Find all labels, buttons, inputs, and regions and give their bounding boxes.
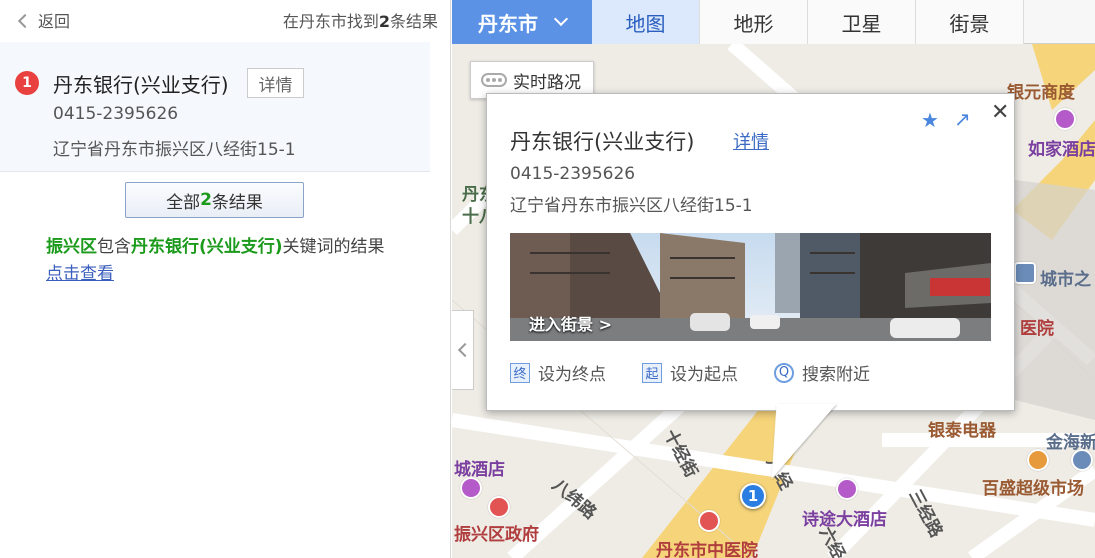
chevron-left-icon	[457, 342, 472, 358]
search-nearby-icon: Q	[774, 362, 794, 383]
favorite-star-icon[interactable]: ★	[921, 108, 939, 132]
search-results-panel: 返回 在丹东市找到2条结果 1 丹东银行(兴业支行) 详情 0415-23956…	[0, 0, 451, 558]
keyword-district: 振兴区	[46, 237, 97, 257]
enter-street-view-label[interactable]: 进入街景 >	[529, 311, 612, 335]
popup-detail-link[interactable]: 详情	[733, 128, 769, 154]
street-view-thumbnail[interactable]: 进入街景 >	[510, 233, 991, 341]
building-icon[interactable]	[1071, 449, 1093, 471]
result-index-badge: 1	[15, 71, 39, 95]
chevron-left-icon	[17, 13, 33, 28]
result-address: 辽宁省丹东市振兴区八经街15-1	[53, 140, 296, 160]
results-count-text: 在丹东市找到2条结果	[283, 8, 438, 32]
map-label-rujia: 如家酒店	[1028, 140, 1095, 160]
search-nearby-button[interactable]: Q 搜索附近	[774, 360, 870, 385]
traffic-label: 实时路况	[513, 72, 581, 93]
city-selector[interactable]: 丹东市	[452, 0, 592, 44]
popup-address: 辽宁省丹东市振兴区八经街15-1	[510, 196, 753, 216]
set-destination-label: 设为终点	[538, 365, 606, 385]
back-button[interactable]: 返回	[17, 8, 71, 32]
search-nearby-label: 搜索附近	[802, 365, 870, 385]
map-label-baisheng: 百盛超级市场	[982, 479, 1084, 499]
results-header: 返回 在丹东市找到2条结果	[0, 0, 450, 40]
map-type-tabs: 丹东市 地图 地形 卫星 街景	[452, 0, 1095, 44]
city-name: 丹东市	[478, 11, 538, 36]
all-results-prefix: 全部	[166, 192, 201, 213]
result-marker[interactable]: 1	[740, 483, 766, 509]
map-label-yintai: 银泰电器	[928, 421, 996, 441]
map-label-hospital: 医院	[1020, 319, 1054, 339]
origin-icon: 起	[642, 362, 662, 383]
set-destination-button[interactable]: 终 设为终点	[510, 360, 606, 385]
tab-map[interactable]: 地图	[592, 0, 700, 44]
building-icon[interactable]	[1014, 262, 1036, 284]
map-label-mall: 银元商度	[1007, 83, 1075, 103]
map-label-tcm-hospital: 丹东市中医院	[656, 541, 758, 558]
popup-actions: 终 设为终点 起 设为起点 Q 搜索附近	[510, 360, 870, 385]
tab-satellite[interactable]: 卫星	[808, 0, 916, 44]
back-label: 返回	[38, 12, 71, 31]
found-count: 2	[378, 12, 390, 31]
result-detail-button[interactable]: 详情	[247, 68, 304, 98]
keyword-note: 振兴区包含丹东银行(兴业支行)关键词的结果点击查看	[46, 234, 391, 288]
found-prefix: 在丹东市找到	[282, 12, 379, 31]
popup-phone: 0415-2395626	[510, 164, 636, 184]
set-origin-label: 设为起点	[670, 365, 738, 385]
keyword-text2: 关键词的结果	[282, 237, 385, 257]
keyword-view-link[interactable]: 点击查看	[46, 264, 114, 284]
tab-terrain[interactable]: 地形	[700, 0, 808, 44]
info-window: 丹东银行(兴业支行) 详情 0415-2395626 辽宁省丹东市振兴区八经街1…	[486, 93, 1015, 411]
map-view[interactable]: 丹东市 地图 地形 卫星 街景 实时路况 银元商度 如家酒店 城市之 医院 银泰…	[452, 0, 1095, 558]
map-label-city: 城市之	[1040, 270, 1091, 290]
collapse-panel-button[interactable]	[452, 310, 474, 390]
tab-streetview[interactable]: 街景	[916, 0, 1024, 44]
chevron-down-icon	[553, 11, 569, 27]
share-icon[interactable]: ↗	[954, 107, 971, 131]
hotel-icon[interactable]	[460, 477, 482, 499]
set-origin-button[interactable]: 起 设为起点	[642, 360, 738, 385]
government-icon[interactable]	[488, 496, 510, 518]
result-name[interactable]: 丹东银行(兴业支行)	[53, 69, 229, 98]
found-suffix: 条结果	[389, 12, 438, 31]
result-phone: 0415-2395626	[53, 104, 179, 124]
all-results-count: 2	[200, 190, 212, 210]
map-label-shitu: 诗途大酒店	[802, 510, 887, 530]
all-results-suffix: 条结果	[211, 192, 263, 213]
destination-icon: 终	[510, 362, 530, 383]
close-icon[interactable]: ✕	[991, 100, 1009, 125]
map-label-jinhai: 金海新	[1046, 433, 1095, 453]
popup-title: 丹东银行(兴业支行)	[510, 130, 695, 154]
hotel-icon[interactable]	[836, 478, 858, 500]
result-item[interactable]: 1 丹东银行(兴业支行) 详情 0415-2395626 辽宁省丹东市振兴区八经…	[0, 42, 430, 172]
keyword-term: 丹东银行(兴业支行)	[131, 237, 283, 257]
hospital-icon[interactable]	[698, 510, 720, 532]
map-label-zhenxing-gov: 振兴区政府	[454, 525, 539, 545]
traffic-icon	[481, 73, 507, 87]
hotel-icon[interactable]	[1054, 108, 1076, 130]
map-label-city-hotel: 城酒店	[454, 460, 505, 480]
keyword-text1: 包含	[97, 237, 131, 257]
shopping-icon[interactable]	[1027, 449, 1049, 471]
all-results-button[interactable]: 全部 2 条结果	[125, 182, 304, 218]
